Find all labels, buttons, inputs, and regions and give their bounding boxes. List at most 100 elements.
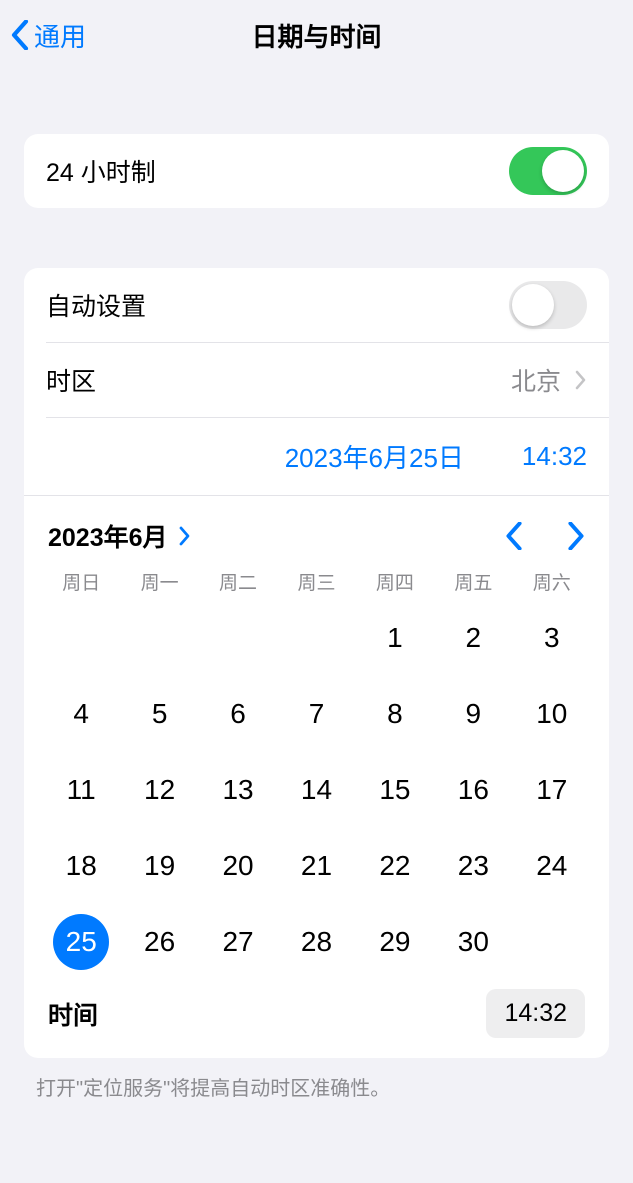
day-number: 26 [132, 914, 188, 970]
day-cell[interactable]: 29 [356, 905, 434, 979]
day-number: 2 [445, 610, 501, 666]
day-number: 6 [210, 686, 266, 742]
day-number: 11 [53, 762, 109, 818]
day-cell[interactable]: 15 [356, 753, 434, 827]
day-cell[interactable]: 3 [513, 601, 591, 675]
day-number: 19 [132, 838, 188, 894]
weekday-label: 周六 [513, 568, 591, 595]
day-number: 10 [524, 686, 580, 742]
day-cell[interactable]: 18 [42, 829, 120, 903]
day-cell[interactable]: 5 [120, 677, 198, 751]
day-number: 4 [53, 686, 109, 742]
time-format-row: 24 小时制 [24, 134, 609, 208]
footer-hint: 打开"定位服务"将提高自动时区准确性。 [36, 1072, 597, 1101]
weekday-label: 周二 [199, 568, 277, 595]
day-number: 21 [288, 838, 344, 894]
timezone-label: 时区 [46, 362, 96, 398]
day-cell[interactable]: 28 [277, 905, 355, 979]
month-label: 2023年6月 [48, 518, 168, 554]
day-cell[interactable]: 6 [199, 677, 277, 751]
day-cell[interactable]: 9 [434, 677, 512, 751]
day-cell[interactable]: 13 [199, 753, 277, 827]
time-picker-button[interactable]: 14:32 [486, 989, 585, 1038]
day-cell[interactable]: 14 [277, 753, 355, 827]
day-number: 16 [445, 762, 501, 818]
day-number: 23 [445, 838, 501, 894]
back-button[interactable]: 通用 [10, 17, 86, 54]
day-number: 7 [288, 686, 344, 742]
day-cell[interactable]: 22 [356, 829, 434, 903]
day-cell[interactable]: 30 [434, 905, 512, 979]
day-cell[interactable]: 16 [434, 753, 512, 827]
selected-time-button[interactable]: 14:32 [522, 441, 587, 472]
time-format-switch[interactable] [509, 147, 587, 195]
timezone-value-container: 北京 [511, 362, 587, 398]
calendar-header: 2023年6月 [24, 496, 609, 568]
switch-knob [542, 150, 584, 192]
day-cell[interactable]: 8 [356, 677, 434, 751]
day-cell[interactable]: 27 [199, 905, 277, 979]
day-cell[interactable]: 21 [277, 829, 355, 903]
auto-set-label: 自动设置 [46, 287, 146, 323]
day-cell[interactable]: 23 [434, 829, 512, 903]
page-title: 日期与时间 [251, 17, 381, 54]
prev-month-button[interactable] [505, 522, 523, 550]
chevron-left-icon [10, 20, 30, 50]
chevron-right-icon [178, 526, 192, 546]
back-label: 通用 [34, 17, 86, 54]
day-number: 13 [210, 762, 266, 818]
day-cell-empty [277, 601, 355, 675]
weekday-label: 周四 [356, 568, 434, 595]
month-selector[interactable]: 2023年6月 [48, 518, 192, 554]
day-cell[interactable]: 11 [42, 753, 120, 827]
selected-datetime-row: 2023年6月25日 14:32 [24, 418, 609, 495]
day-number: 25 [53, 914, 109, 970]
weekday-label: 周一 [120, 568, 198, 595]
day-cell[interactable]: 19 [120, 829, 198, 903]
calendar-grid: 1234567891011121314151617181920212223242… [24, 601, 609, 979]
day-number: 5 [132, 686, 188, 742]
weekday-label: 周三 [277, 568, 355, 595]
timezone-value: 北京 [511, 362, 561, 398]
day-cell[interactable]: 26 [120, 905, 198, 979]
day-cell[interactable]: 1 [356, 601, 434, 675]
day-number: 8 [367, 686, 423, 742]
day-cell[interactable]: 17 [513, 753, 591, 827]
weekday-label: 周日 [42, 568, 120, 595]
time-label: 时间 [48, 996, 98, 1032]
day-cell[interactable]: 25 [42, 905, 120, 979]
time-row: 时间 14:32 [24, 979, 609, 1058]
month-nav-arrows [505, 522, 585, 550]
next-month-button[interactable] [567, 522, 585, 550]
day-number: 9 [445, 686, 501, 742]
day-number: 1 [367, 610, 423, 666]
day-number: 27 [210, 914, 266, 970]
day-number: 12 [132, 762, 188, 818]
day-cell[interactable]: 24 [513, 829, 591, 903]
datetime-section: 自动设置 时区 北京 2023年6月25日 14:32 2023年6月 [24, 268, 609, 1058]
day-cell[interactable]: 10 [513, 677, 591, 751]
day-cell[interactable]: 4 [42, 677, 120, 751]
navigation-bar: 通用 日期与时间 [0, 0, 633, 70]
selected-date-button[interactable]: 2023年6月25日 [285, 438, 464, 475]
day-number: 3 [524, 610, 580, 666]
day-cell-empty [199, 601, 277, 675]
auto-set-switch[interactable] [509, 281, 587, 329]
day-number: 20 [210, 838, 266, 894]
switch-knob [512, 284, 554, 326]
time-format-label: 24 小时制 [46, 153, 156, 189]
auto-set-row: 自动设置 [24, 268, 609, 342]
day-cell[interactable]: 20 [199, 829, 277, 903]
day-number: 29 [367, 914, 423, 970]
day-cell-empty [120, 601, 198, 675]
day-cell[interactable]: 12 [120, 753, 198, 827]
day-number: 30 [445, 914, 501, 970]
day-cell[interactable]: 7 [277, 677, 355, 751]
day-number: 14 [288, 762, 344, 818]
timezone-row[interactable]: 时区 北京 [24, 343, 609, 417]
day-number: 22 [367, 838, 423, 894]
time-format-section: 24 小时制 [24, 134, 609, 208]
weekday-label: 周五 [434, 568, 512, 595]
day-number: 17 [524, 762, 580, 818]
day-cell[interactable]: 2 [434, 601, 512, 675]
